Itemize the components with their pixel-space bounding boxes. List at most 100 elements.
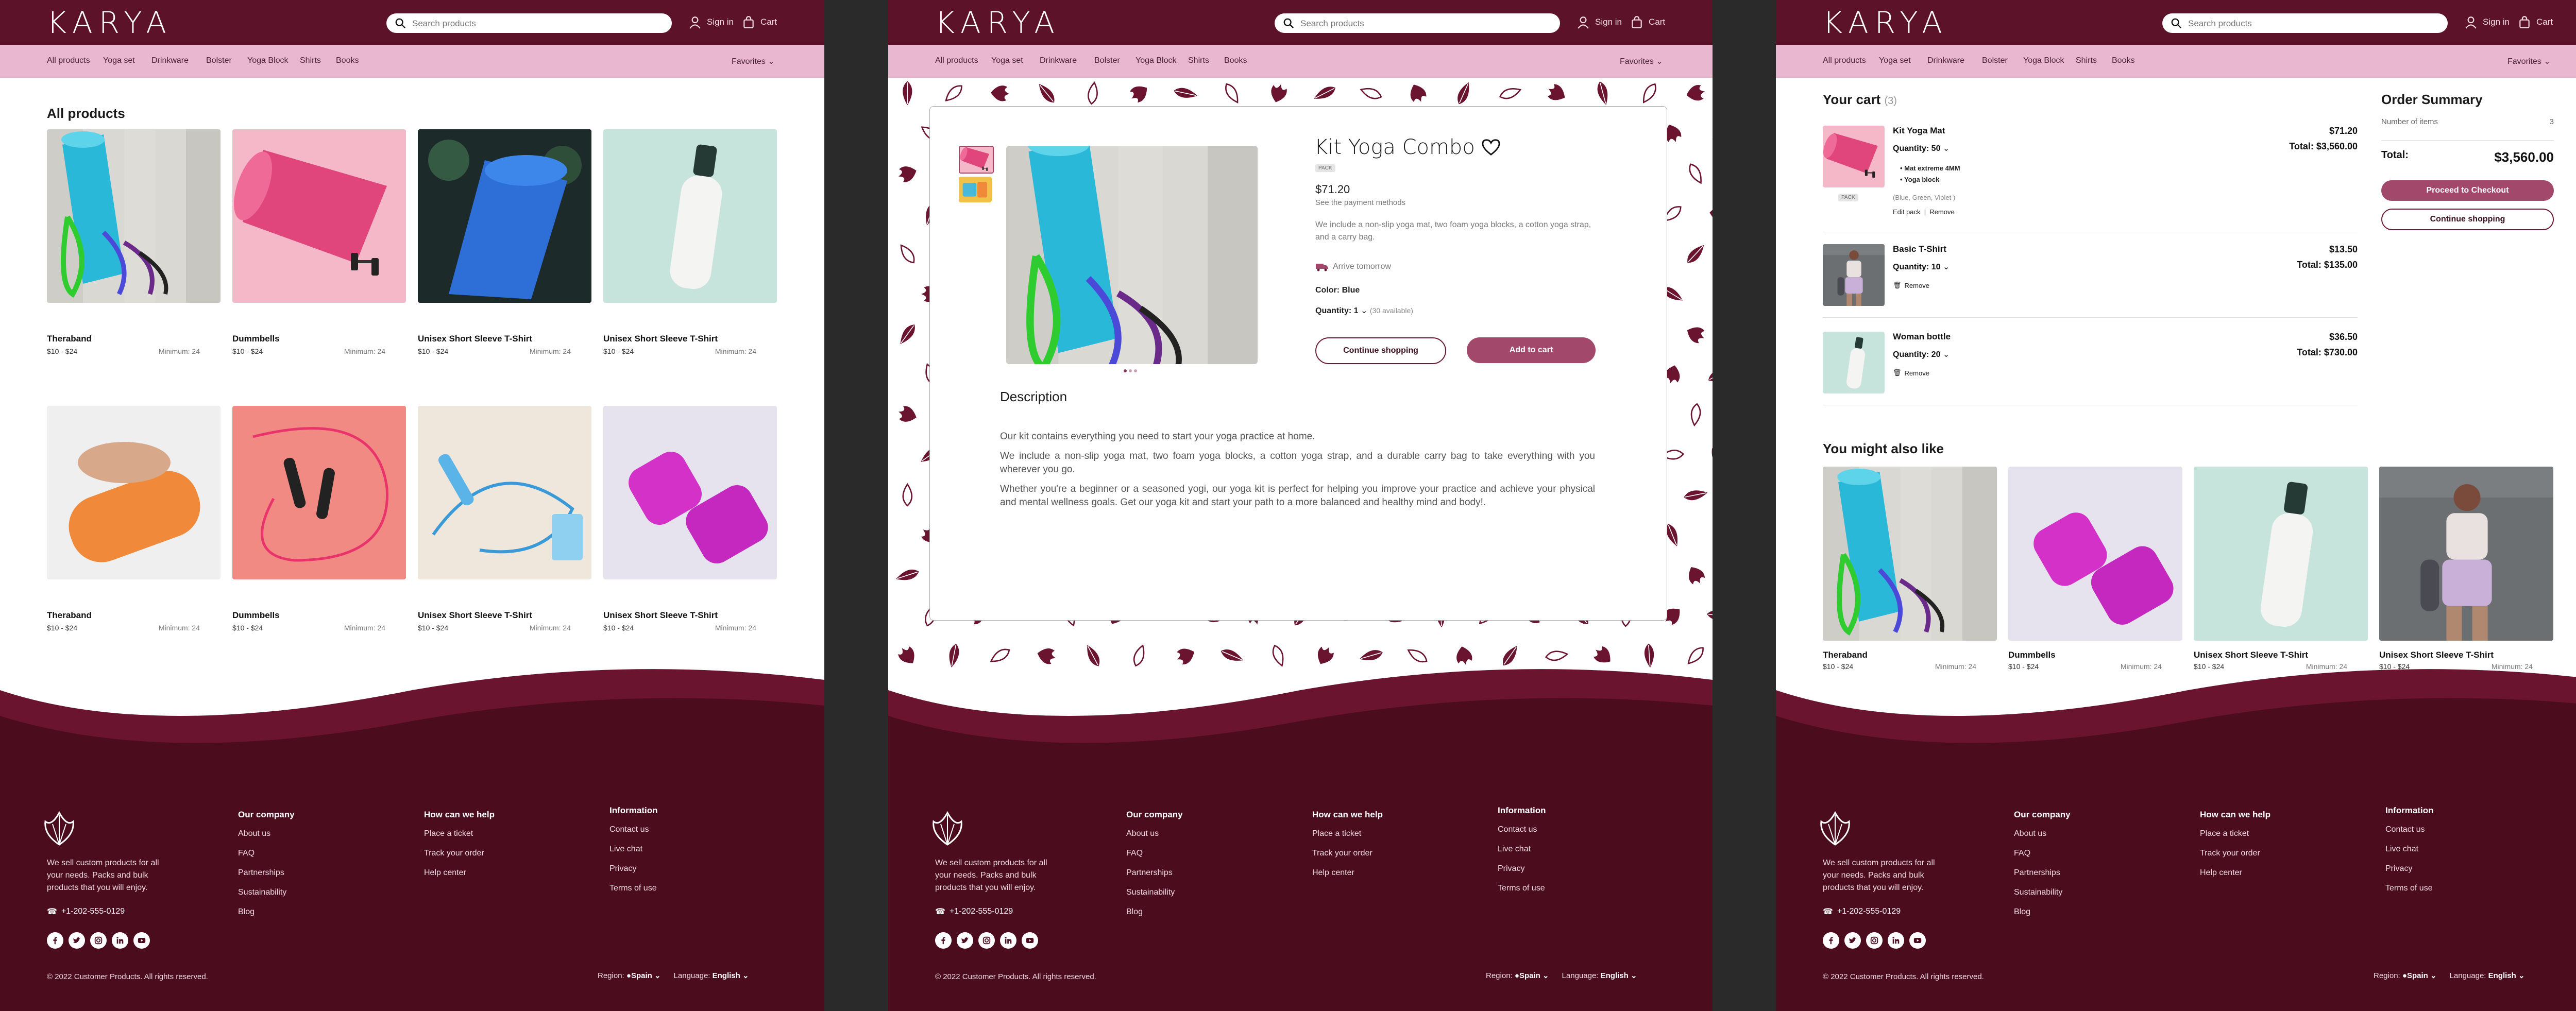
product-image[interactable] [418, 406, 591, 579]
product-image[interactable] [603, 406, 777, 579]
product-main-image[interactable] [1006, 146, 1258, 364]
sign-in-link[interactable]: Sign in [2464, 15, 2510, 29]
cart-item-image[interactable] [1823, 244, 1885, 306]
remove-link[interactable]: 🗑 Remove [1893, 281, 1929, 289]
cart-item-name[interactable]: Kit Yoga Mat [1893, 126, 1945, 136]
favorites-dropdown[interactable]: Favorites ⌄ [1620, 56, 1663, 66]
continue-shopping-button[interactable]: Continue shopping [1315, 337, 1446, 364]
product-card[interactable]: Unisex Short Sleeve T-Shirt $10 - $24 Min… [2379, 467, 2553, 671]
cart-item-name[interactable]: Woman bottle [1893, 332, 1951, 342]
search-box[interactable] [1275, 13, 1560, 33]
heart-icon[interactable] [1481, 139, 1501, 156]
remove-link[interactable]: 🗑 Remove [1893, 369, 1929, 377]
logo[interactable]: KARYA [47, 5, 173, 40]
youtube-icon[interactable] [1022, 932, 1038, 949]
language-select[interactable]: English ⌄ [1601, 971, 1637, 980]
nav-item-yoga-set[interactable]: Yoga set [1879, 56, 1911, 65]
footer-link[interactable]: Contact us [2385, 825, 2434, 834]
footer-link[interactable]: Sustainability [1126, 888, 1183, 897]
twitter-icon[interactable] [1844, 932, 1861, 949]
checkout-button[interactable]: Proceed to Checkout [2381, 180, 2554, 201]
product-card[interactable]: Unisex Short Sleeve T-Shirt $10 - $24 Min… [2194, 467, 2368, 671]
cart-item-quantity[interactable]: Quantity: 10 ⌄ [1893, 262, 1950, 272]
cart-link[interactable]: Cart [1630, 15, 1665, 29]
search-input[interactable] [2187, 16, 2436, 31]
footer-link[interactable]: About us [2014, 829, 2071, 838]
instagram-icon[interactable] [978, 932, 995, 949]
color-selector[interactable]: Color: Blue [1315, 286, 1360, 295]
footer-link[interactable]: Partnerships [1126, 868, 1183, 878]
product-card[interactable]: Unisex Short Sleeve T-Shirt $10 - $24 Min… [418, 129, 591, 355]
footer-link[interactable]: Live chat [2385, 845, 2434, 854]
language-select[interactable]: English ⌄ [713, 971, 749, 980]
footer-link[interactable]: FAQ [2014, 849, 2071, 858]
region-select[interactable]: ●Spain ⌄ [626, 971, 661, 980]
footer-link[interactable]: Partnerships [238, 868, 295, 878]
search-box[interactable] [2162, 13, 2448, 33]
nav-item-drinkware[interactable]: Drinkware [1040, 56, 1077, 65]
logo[interactable]: KARYA [1823, 5, 1948, 40]
footer-link[interactable]: Privacy [1498, 864, 1546, 873]
nav-item-yoga-set[interactable]: Yoga set [103, 56, 135, 65]
footer-link[interactable]: FAQ [238, 849, 295, 858]
payment-methods-link[interactable]: See the payment methods [1315, 198, 1405, 207]
nav-item-all-products[interactable]: All products [935, 56, 978, 65]
nav-item-bolster[interactable]: Bolster [1094, 56, 1120, 65]
favorites-dropdown[interactable]: Favorites ⌄ [732, 56, 775, 66]
nav-item-books[interactable]: Books [2112, 56, 2134, 65]
footer-phone[interactable]: ☎ +1-202-555-0129 [1823, 906, 1901, 917]
linkedin-icon[interactable] [1888, 932, 1904, 949]
linkedin-icon[interactable] [1000, 932, 1016, 949]
nav-item-all-products[interactable]: All products [47, 56, 90, 65]
image-pagination[interactable] [1124, 369, 1137, 372]
twitter-icon[interactable] [957, 932, 973, 949]
sign-in-link[interactable]: Sign in [688, 15, 734, 29]
footer-link[interactable]: About us [1126, 829, 1183, 838]
search-input[interactable] [1299, 16, 1549, 31]
product-image[interactable] [2194, 467, 2368, 641]
product-image[interactable] [2008, 467, 2182, 641]
footer-link[interactable]: Partnerships [2014, 868, 2071, 878]
footer-phone[interactable]: ☎ +1-202-555-0129 [47, 906, 125, 917]
instagram-icon[interactable] [1866, 932, 1883, 949]
region-select[interactable]: ●Spain ⌄ [2402, 971, 2437, 980]
footer-link[interactable]: Track your order [1312, 849, 1383, 858]
product-card[interactable]: Unisex Short Sleeve T-Shirt $10 - $24 Min… [603, 129, 777, 355]
product-thumbnail[interactable] [959, 177, 992, 202]
continue-shopping-button[interactable]: Continue shopping [2381, 209, 2554, 230]
footer-link[interactable]: About us [238, 829, 295, 838]
footer-phone[interactable]: ☎ +1-202-555-0129 [935, 906, 1013, 917]
footer-link[interactable]: Privacy [2385, 864, 2434, 873]
cart-item-quantity[interactable]: Quantity: 20 ⌄ [1893, 349, 1950, 359]
cart-item-image[interactable] [1823, 126, 1885, 187]
product-image[interactable] [603, 129, 777, 303]
nav-item-shirts[interactable]: Shirts [2076, 56, 2097, 65]
cart-item-name[interactable]: Basic T-Shirt [1893, 244, 1946, 254]
cart-link[interactable]: Cart [2518, 15, 2553, 29]
cart-item-image[interactable] [1823, 332, 1885, 393]
quantity-selector[interactable]: Quantity: 1 ⌄ (30 available) [1315, 305, 1413, 316]
footer-link[interactable]: Terms of use [1498, 884, 1546, 893]
product-image[interactable] [232, 406, 406, 579]
footer-link[interactable]: Terms of use [2385, 884, 2434, 893]
product-card[interactable]: Theraband $10 - $24 Minimum: 24 [1823, 467, 1997, 671]
product-card[interactable]: Unisex Short Sleeve T-Shirt $10 - $24 Min… [603, 406, 777, 632]
sign-in-link[interactable]: Sign in [1577, 15, 1622, 29]
footer-link[interactable]: Blog [2014, 907, 2071, 917]
remove-link[interactable]: Remove [1929, 208, 1954, 216]
footer-link[interactable]: FAQ [1126, 849, 1183, 858]
nav-item-books[interactable]: Books [336, 56, 359, 65]
footer-link[interactable]: Help center [424, 868, 495, 878]
nav-item-yoga-block[interactable]: Yoga Block [1136, 56, 1176, 65]
favorites-dropdown[interactable]: Favorites ⌄ [2507, 56, 2551, 66]
nav-item-bolster[interactable]: Bolster [206, 56, 232, 65]
product-thumbnail[interactable] [959, 146, 994, 174]
search-box[interactable] [386, 13, 672, 33]
search-input[interactable] [411, 16, 660, 31]
footer-link[interactable]: Place a ticket [2200, 829, 2270, 838]
footer-link[interactable]: Sustainability [2014, 888, 2071, 897]
product-card[interactable]: Dummbells $10 - $24 Minimum: 24 [2008, 467, 2182, 671]
facebook-icon[interactable] [47, 932, 63, 949]
nav-item-drinkware[interactable]: Drinkware [151, 56, 189, 65]
footer-link[interactable]: Blog [238, 907, 295, 917]
